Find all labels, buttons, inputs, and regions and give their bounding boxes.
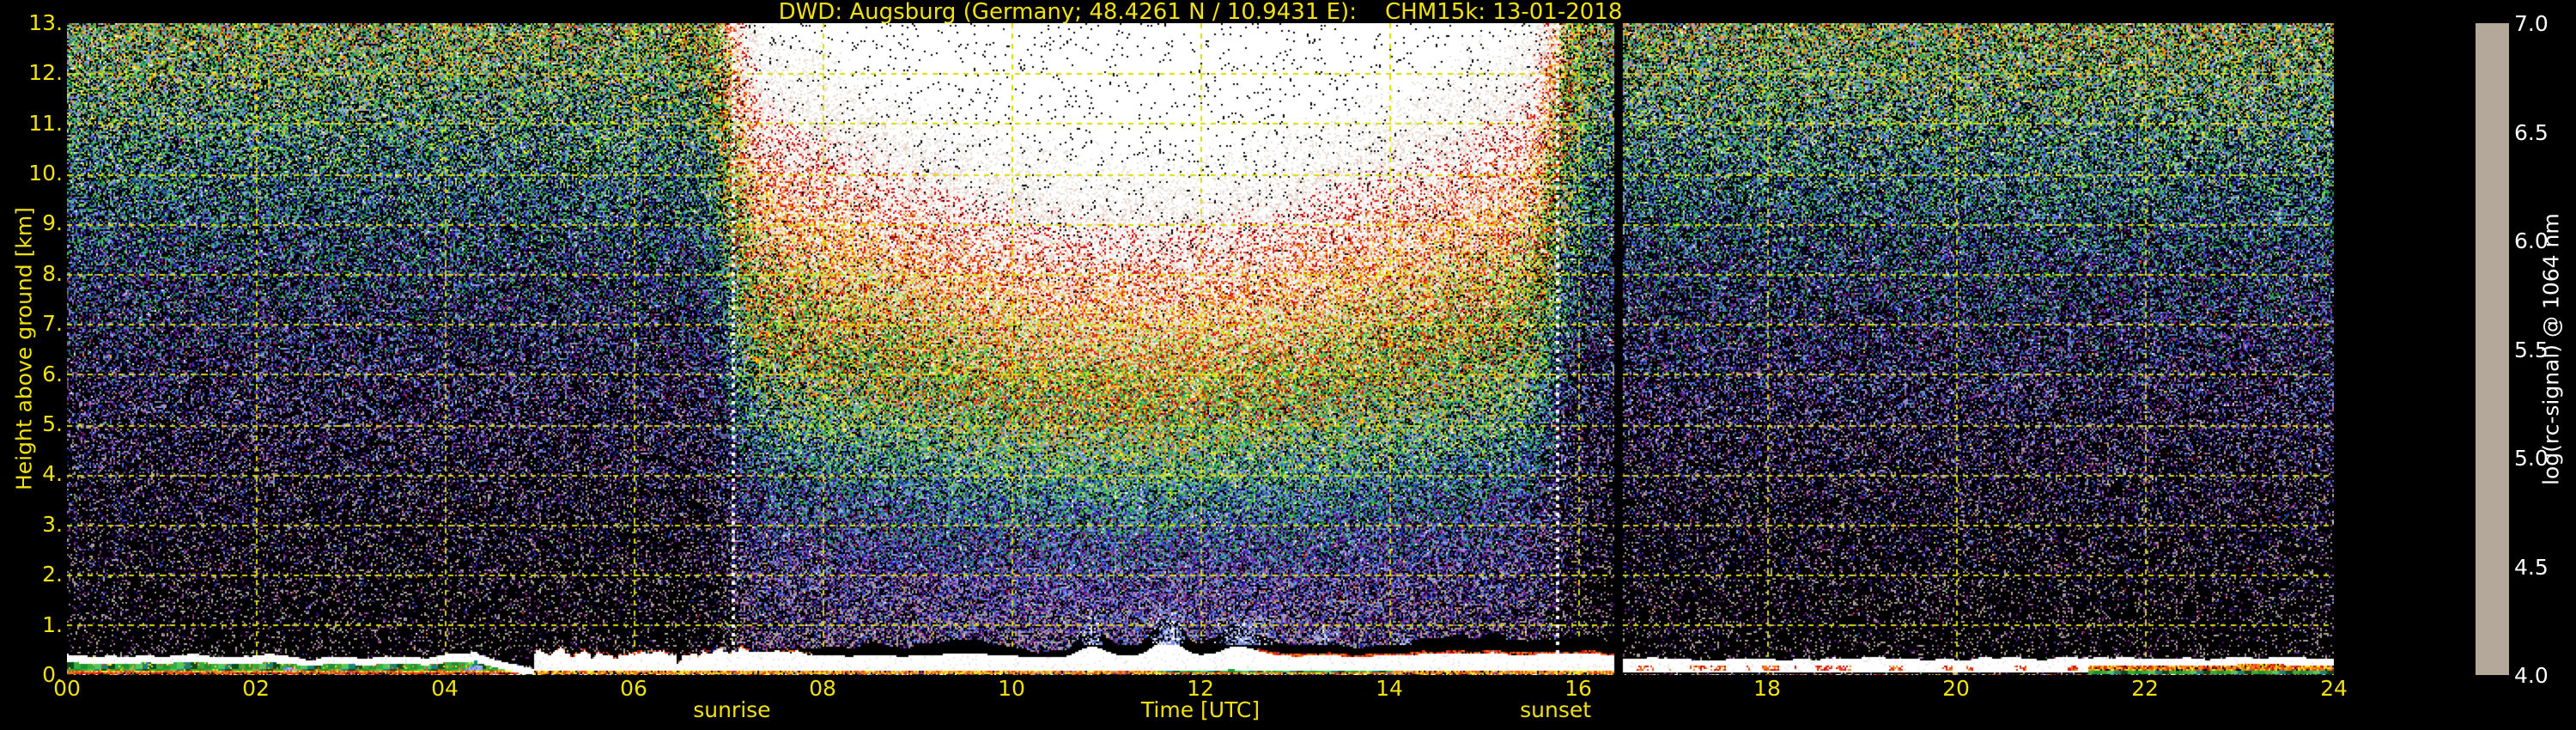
colorbar-tick-label: 6.0 [2514, 230, 2549, 252]
ceilometer-quicklook-screen: DWD: Augsburg (Germany; 48.4261 N / 10.9… [0, 0, 2576, 730]
x-tick-label: 14 [1355, 678, 1424, 699]
x-tick-label: 04 [410, 678, 479, 699]
x-tick-label: 24 [2300, 678, 2368, 699]
y-tick-label: 7. [0, 313, 63, 334]
colorbar [2476, 23, 2509, 675]
y-tick-label: 12. [0, 62, 63, 83]
x-tick-label: 08 [788, 678, 857, 699]
x-tick-label: 02 [222, 678, 290, 699]
sunrise-annotation: sunrise [693, 699, 770, 721]
y-tick-label: 5. [0, 413, 63, 435]
x-tick-label: 22 [2111, 678, 2179, 699]
colorbar-tick-label: 7.0 [2514, 13, 2549, 34]
y-tick-label: 11. [0, 113, 63, 134]
sunset-annotation: sunset [1520, 699, 1591, 721]
chart-title: DWD: Augsburg (Germany; 48.4261 N / 10.9… [67, 1, 2334, 23]
x-tick-label: 20 [1922, 678, 1990, 699]
y-tick-label: 6. [0, 363, 63, 385]
y-tick-label: 4. [0, 463, 63, 484]
y-tick-label: 13. [0, 12, 63, 33]
y-tick-label: 10. [0, 162, 63, 184]
x-tick-label: 06 [599, 678, 668, 699]
x-axis-label: Time [UTC] [1141, 699, 1260, 721]
x-tick-label: 16 [1544, 678, 1613, 699]
colorbar-tick-label: 4.0 [2514, 665, 2549, 686]
y-tick-label: 3. [0, 514, 63, 535]
x-tick-label: 18 [1733, 678, 1801, 699]
colorbar-tick-label: 4.5 [2514, 557, 2549, 578]
y-tick-label: 8. [0, 263, 63, 284]
y-tick-label: 1. [0, 614, 63, 636]
x-tick-label: 12 [1166, 678, 1235, 699]
x-tick-label: 10 [977, 678, 1046, 699]
x-tick-label: 00 [33, 678, 101, 699]
y-tick-label: 9. [0, 212, 63, 234]
colorbar-tick-label: 5.5 [2514, 339, 2549, 361]
colorbar-tick-label: 6.5 [2514, 122, 2549, 143]
colorbar-tick-label: 5.0 [2514, 447, 2549, 469]
y-tick-label: 2. [0, 563, 63, 585]
heatmap-plot-canvas [67, 23, 2334, 675]
